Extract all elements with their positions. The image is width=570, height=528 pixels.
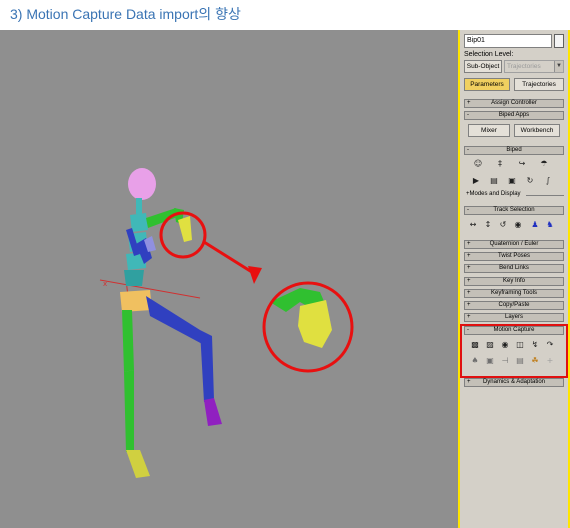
mixer-mode-icon[interactable]: ☂ bbox=[539, 159, 549, 169]
panel-accent-left bbox=[458, 30, 460, 528]
rollout-assign-controller[interactable]: + Assign Controller bbox=[464, 99, 564, 108]
biped-foot bbox=[126, 450, 150, 478]
save-file-icon[interactable]: ▣ bbox=[507, 176, 517, 186]
biped-spine bbox=[130, 213, 148, 232]
biped-foot bbox=[204, 398, 222, 426]
opposite-icon[interactable]: ♞ bbox=[545, 220, 555, 230]
rollout-title: Biped bbox=[506, 147, 522, 153]
figure-mode-icon[interactable]: ☺ bbox=[473, 159, 483, 169]
convert-icon[interactable]: ↻ bbox=[525, 176, 535, 186]
rollout-title: Dynamics & Adaptation bbox=[482, 379, 546, 385]
callout-arrow-line bbox=[203, 240, 256, 276]
footstep-mode-icon[interactable]: ‡ bbox=[495, 159, 505, 169]
rollout-title: Assign Controller bbox=[491, 100, 537, 106]
load-file-icon[interactable]: ▤ bbox=[489, 176, 499, 186]
expand-icon: + bbox=[467, 100, 471, 106]
tab-trajectories[interactable]: Trajectories bbox=[514, 78, 564, 91]
expand-icon: + bbox=[467, 278, 471, 284]
mixer-button[interactable]: Mixer bbox=[468, 124, 510, 137]
body-vertical-icon[interactable]: ↕ bbox=[483, 220, 493, 230]
expand-icon: + bbox=[467, 302, 471, 308]
rollout-dynamics-adaptation[interactable]: + Dynamics & Adaptation bbox=[464, 378, 564, 387]
expand-icon: + bbox=[467, 241, 471, 247]
rollout-biped-apps[interactable]: - Biped Apps bbox=[464, 111, 564, 120]
rollout-title: Track Selection bbox=[493, 207, 535, 213]
biped-thigh bbox=[146, 296, 206, 346]
expand-icon: + bbox=[467, 265, 471, 271]
tab-parameters[interactable]: Parameters bbox=[464, 78, 510, 91]
biped-head bbox=[128, 168, 156, 200]
biped-calf bbox=[124, 370, 134, 452]
modes-display-label[interactable]: +Modes and Display bbox=[466, 191, 521, 197]
body-horizontal-icon[interactable]: ↔ bbox=[468, 220, 478, 230]
rollout-title: Keyframing Tools bbox=[491, 290, 537, 296]
rollout-copy-paste[interactable]: + Copy/Paste bbox=[464, 301, 564, 310]
rollout-bend-links[interactable]: + Bend Links bbox=[464, 264, 564, 273]
selection-level-label: Selection Level: bbox=[464, 51, 514, 58]
collapse-icon: - bbox=[467, 112, 469, 118]
rollout-title: Layers bbox=[504, 314, 523, 320]
rollout-title: Twist Poses bbox=[497, 253, 530, 259]
motion-flow-icon[interactable]: ↪ bbox=[517, 159, 527, 169]
chevron-down-icon: ▼ bbox=[554, 61, 563, 72]
play-biped-icon[interactable]: ▶ bbox=[471, 176, 481, 186]
biped-hand bbox=[178, 216, 192, 242]
subobject-select-value: Trajectories bbox=[507, 63, 541, 70]
workbench-button[interactable]: Workbench bbox=[514, 124, 560, 137]
collapse-icon: - bbox=[467, 147, 469, 153]
zoomed-hand bbox=[298, 300, 332, 348]
collapse-icon: - bbox=[467, 207, 469, 213]
rollout-keyframing-tools[interactable]: + Keyframing Tools bbox=[464, 289, 564, 298]
object-color-swatch[interactable] bbox=[554, 34, 564, 48]
viewport-3d[interactable]: x bbox=[0, 30, 458, 528]
callout-arrow-head bbox=[248, 266, 262, 284]
rollout-key-info[interactable]: + Key Info bbox=[464, 277, 564, 286]
body-rotation-icon[interactable]: ↺ bbox=[498, 220, 508, 230]
subobject-button[interactable]: Sub-Object bbox=[464, 60, 502, 73]
gizmo-axis-label: x bbox=[103, 280, 107, 288]
rollout-title: Biped Apps bbox=[498, 112, 530, 118]
symmetrical-icon[interactable]: ♟ bbox=[530, 220, 540, 230]
expand-icon: + bbox=[467, 314, 471, 320]
rollout-title: Key Info bbox=[502, 278, 525, 284]
rollout-title: Copy/Paste bbox=[498, 302, 530, 308]
page-heading: 3) Motion Capture Data import의 향상 bbox=[10, 6, 241, 22]
biped-calf bbox=[200, 330, 214, 402]
rollout-biped[interactable]: - Biped bbox=[464, 146, 564, 155]
lock-cog-icon[interactable]: ◉ bbox=[513, 220, 523, 230]
divider bbox=[526, 195, 564, 196]
move-all-icon[interactable]: ∫ bbox=[543, 176, 553, 186]
rollout-quaternion-euler[interactable]: + Quaternion / Euler bbox=[464, 240, 564, 249]
expand-icon: + bbox=[467, 253, 471, 259]
rollout-layers[interactable]: + Layers bbox=[464, 313, 564, 322]
expand-icon: + bbox=[467, 379, 471, 385]
expand-icon: + bbox=[467, 290, 471, 296]
biped-spine bbox=[124, 270, 144, 286]
biped-scene: x bbox=[99, 168, 354, 478]
rollout-title: Quaternion / Euler bbox=[489, 241, 539, 247]
object-name-field[interactable]: Bip01 bbox=[464, 34, 552, 48]
rollout-title: Bend Links bbox=[499, 265, 529, 271]
subobject-select[interactable]: Trajectories ▼ bbox=[504, 60, 564, 73]
highlight-box bbox=[460, 324, 568, 378]
biped-thigh bbox=[122, 310, 134, 372]
rollout-twist-poses[interactable]: + Twist Poses bbox=[464, 252, 564, 261]
rollout-track-selection[interactable]: - Track Selection bbox=[464, 206, 564, 215]
biped-neck bbox=[136, 198, 142, 214]
command-panel: Bip01 Selection Level: Sub-Object Trajec… bbox=[458, 30, 570, 528]
